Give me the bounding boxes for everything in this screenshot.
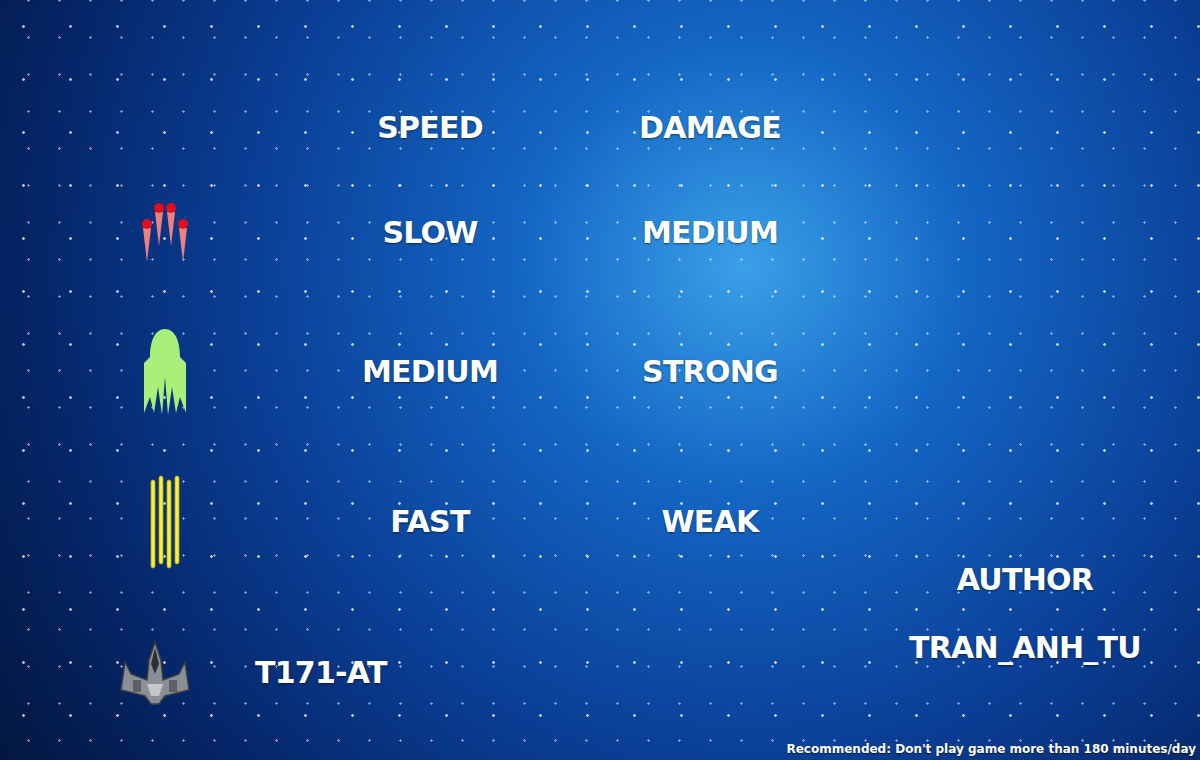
author-name: TRAN_ANH_TU [909, 633, 1141, 663]
damage-value: WEAK [610, 507, 810, 537]
bullet-row: FAST WEAK [110, 436, 895, 608]
column-header: SPEED [330, 113, 530, 143]
damage-value: MEDIUM [610, 218, 810, 248]
table-header: SPEED DAMAGE [110, 98, 895, 158]
author-label: AUTHOR [957, 565, 1093, 595]
stats-table: SPEED DAMAGE SLOW MEDIUM MEDIUM STRONG FAST WEA… [0, 0, 895, 738]
spread-bullet-icon [135, 198, 195, 268]
speed-value: SLOW [330, 218, 530, 248]
laser-bullet-icon [145, 474, 185, 570]
damage-value: STRONG [610, 357, 810, 387]
player-name: T171-AT [220, 658, 387, 688]
footer: Recommended: Don't play game more than 1… [0, 738, 1200, 760]
recommendation-text: Recommended: Don't play game more than 1… [786, 743, 1196, 755]
speed-value: FAST [330, 507, 530, 537]
game-info-screen: SPEED DAMAGE SLOW MEDIUM MEDIUM STRONG FAST WEA… [0, 0, 1200, 760]
author-panel: AUTHOR TRAN_ANH_TU [895, 0, 1155, 738]
column-header: DAMAGE [610, 113, 810, 143]
bullet-row: MEDIUM STRONG [110, 308, 895, 436]
bullet-row: SLOW MEDIUM [110, 158, 895, 308]
speed-value: MEDIUM [330, 357, 530, 387]
plasma-bullet-icon [140, 327, 190, 417]
spaceship-icon [119, 640, 191, 706]
player-row: T171-AT [110, 608, 895, 738]
